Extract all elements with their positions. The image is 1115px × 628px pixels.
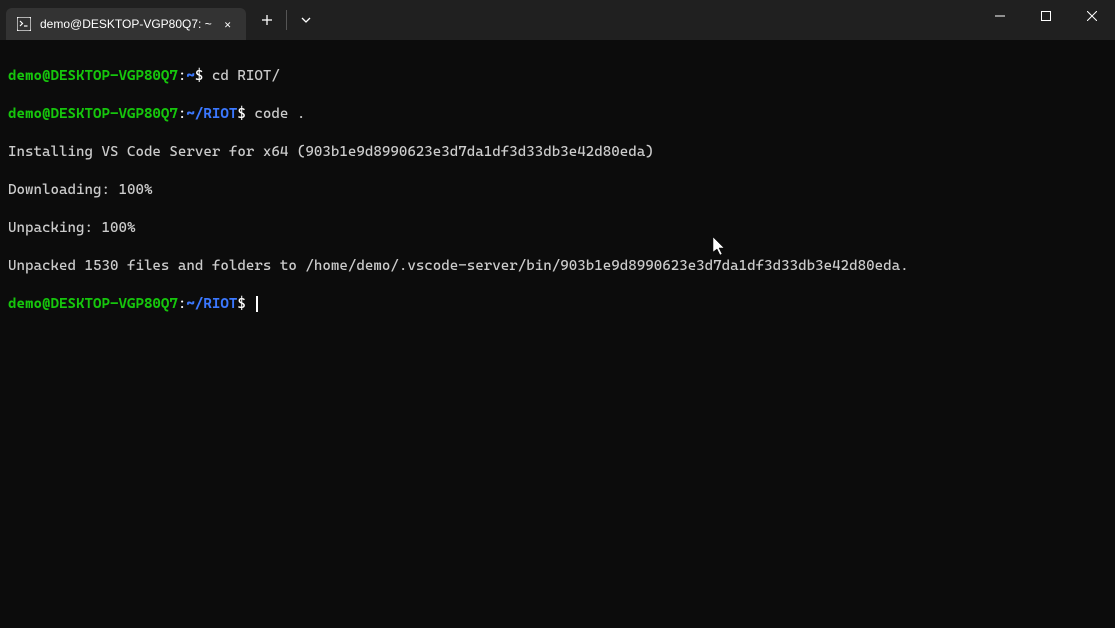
tab-controls: [250, 0, 323, 40]
titlebar: demo@DESKTOP-VGP80Q7: ~ ✕: [0, 0, 1115, 40]
output-text: Unpacking: 100%: [8, 220, 135, 236]
command-text: cd RIOT/: [212, 68, 280, 84]
terminal-app-icon: [16, 16, 32, 32]
terminal-line: Unpacking: 100%: [8, 219, 1107, 238]
terminal-tab[interactable]: demo@DESKTOP-VGP80Q7: ~ ✕: [6, 8, 246, 40]
prompt-dollar: $: [237, 106, 254, 122]
terminal-line: Installing VS Code Server for x64 (903b1…: [8, 143, 1107, 162]
tab-close-icon[interactable]: ✕: [220, 16, 236, 32]
terminal-line: Downloading: 100%: [8, 181, 1107, 200]
window-minimize-button[interactable]: [977, 0, 1023, 32]
prompt-user: demo@DESKTOP-VGP80Q7: [8, 106, 178, 122]
terminal-line: demo@DESKTOP-VGP80Q7:~$ cd RIOT/: [8, 67, 1107, 86]
tab-title: demo@DESKTOP-VGP80Q7: ~: [40, 17, 212, 31]
prompt-path: ~: [186, 106, 195, 122]
tab-divider: [286, 10, 287, 30]
output-text: Downloading: 100%: [8, 182, 152, 198]
new-tab-button[interactable]: [250, 3, 284, 37]
terminal-cursor: [256, 296, 258, 312]
tabs-area: demo@DESKTOP-VGP80Q7: ~ ✕: [0, 0, 323, 40]
prompt-dollar: $: [195, 68, 212, 84]
terminal-line: demo@DESKTOP-VGP80Q7:~/RIOT$: [8, 295, 1107, 314]
window-maximize-button[interactable]: [1023, 0, 1069, 32]
prompt-path: ~: [186, 68, 195, 84]
window-close-button[interactable]: [1069, 0, 1115, 32]
tab-dropdown-button[interactable]: [289, 3, 323, 37]
prompt-dollar: $: [237, 296, 254, 312]
terminal-output[interactable]: demo@DESKTOP-VGP80Q7:~$ cd RIOT/ demo@DE…: [0, 40, 1115, 341]
output-text: Unpacked 1530 files and folders to /home…: [8, 258, 909, 274]
command-text: code .: [254, 106, 305, 122]
window-controls: [977, 0, 1115, 40]
prompt-user: demo@DESKTOP-VGP80Q7: [8, 68, 178, 84]
prompt-path-dir: /RIOT: [195, 106, 237, 122]
output-text: Installing VS Code Server for x64 (903b1…: [8, 144, 654, 160]
prompt-path: ~: [186, 296, 195, 312]
prompt-user: demo@DESKTOP-VGP80Q7: [8, 296, 178, 312]
terminal-line: Unpacked 1530 files and folders to /home…: [8, 257, 1107, 276]
prompt-path-dir: /RIOT: [195, 296, 237, 312]
terminal-line: demo@DESKTOP-VGP80Q7:~/RIOT$ code .: [8, 105, 1107, 124]
